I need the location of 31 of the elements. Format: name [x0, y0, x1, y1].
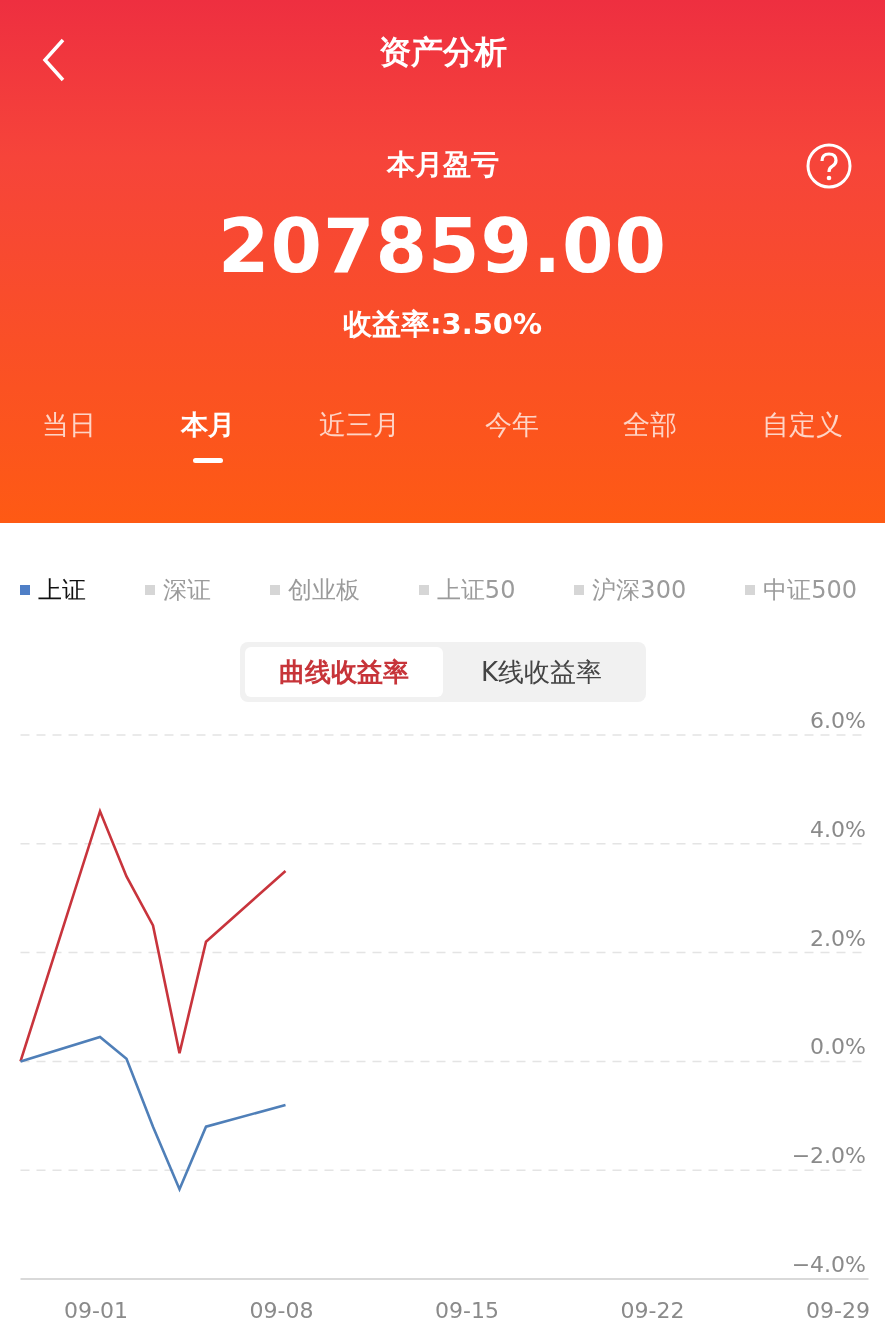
- x-axis-label: 09-29: [806, 1298, 870, 1323]
- mode-tab[interactable]: K线收益率: [442, 647, 641, 697]
- x-axis-label: 09-22: [620, 1298, 685, 1323]
- y-axis-label: 4.0%: [810, 816, 866, 842]
- back-icon[interactable]: [42, 38, 66, 82]
- x-axis-label: 09-08: [249, 1298, 314, 1323]
- y-axis-label: 2.0%: [810, 925, 866, 951]
- return-rate: 收益率:3.50%: [342, 306, 543, 344]
- index-option[interactable]: 创业板: [269, 561, 360, 619]
- period-tab[interactable]: 全部: [619, 407, 682, 464]
- period-tab[interactable]: 自定义: [757, 407, 847, 464]
- period-tab[interactable]: 近三月: [315, 407, 405, 464]
- y-axis-label: −2.0%: [791, 1143, 866, 1169]
- x-axis-label: 09-01: [64, 1298, 128, 1323]
- period-tab[interactable]: 今年: [480, 407, 543, 464]
- period-tab[interactable]: 本月: [176, 407, 239, 464]
- index-option[interactable]: 中证500: [745, 561, 857, 619]
- index-option[interactable]: 深证: [144, 561, 211, 619]
- help-icon[interactable]: [806, 143, 852, 189]
- index-option[interactable]: 上证50: [418, 561, 516, 619]
- y-axis-label: −4.0%: [791, 1252, 866, 1277]
- y-axis-label: 0.0%: [810, 1034, 866, 1060]
- mode-tab[interactable]: 曲线收益率: [244, 647, 443, 697]
- index-option[interactable]: 上证: [20, 561, 86, 619]
- profit-amount: 207859.00: [218, 206, 667, 288]
- y-axis-label: 6.0%: [810, 708, 866, 733]
- page-title: 资产分析: [378, 32, 507, 73]
- index-option[interactable]: 沪深300: [574, 561, 687, 619]
- x-axis-label: 09-15: [435, 1298, 499, 1323]
- summary-label: 本月盈亏: [386, 147, 499, 183]
- period-tab[interactable]: 当日: [38, 407, 101, 464]
